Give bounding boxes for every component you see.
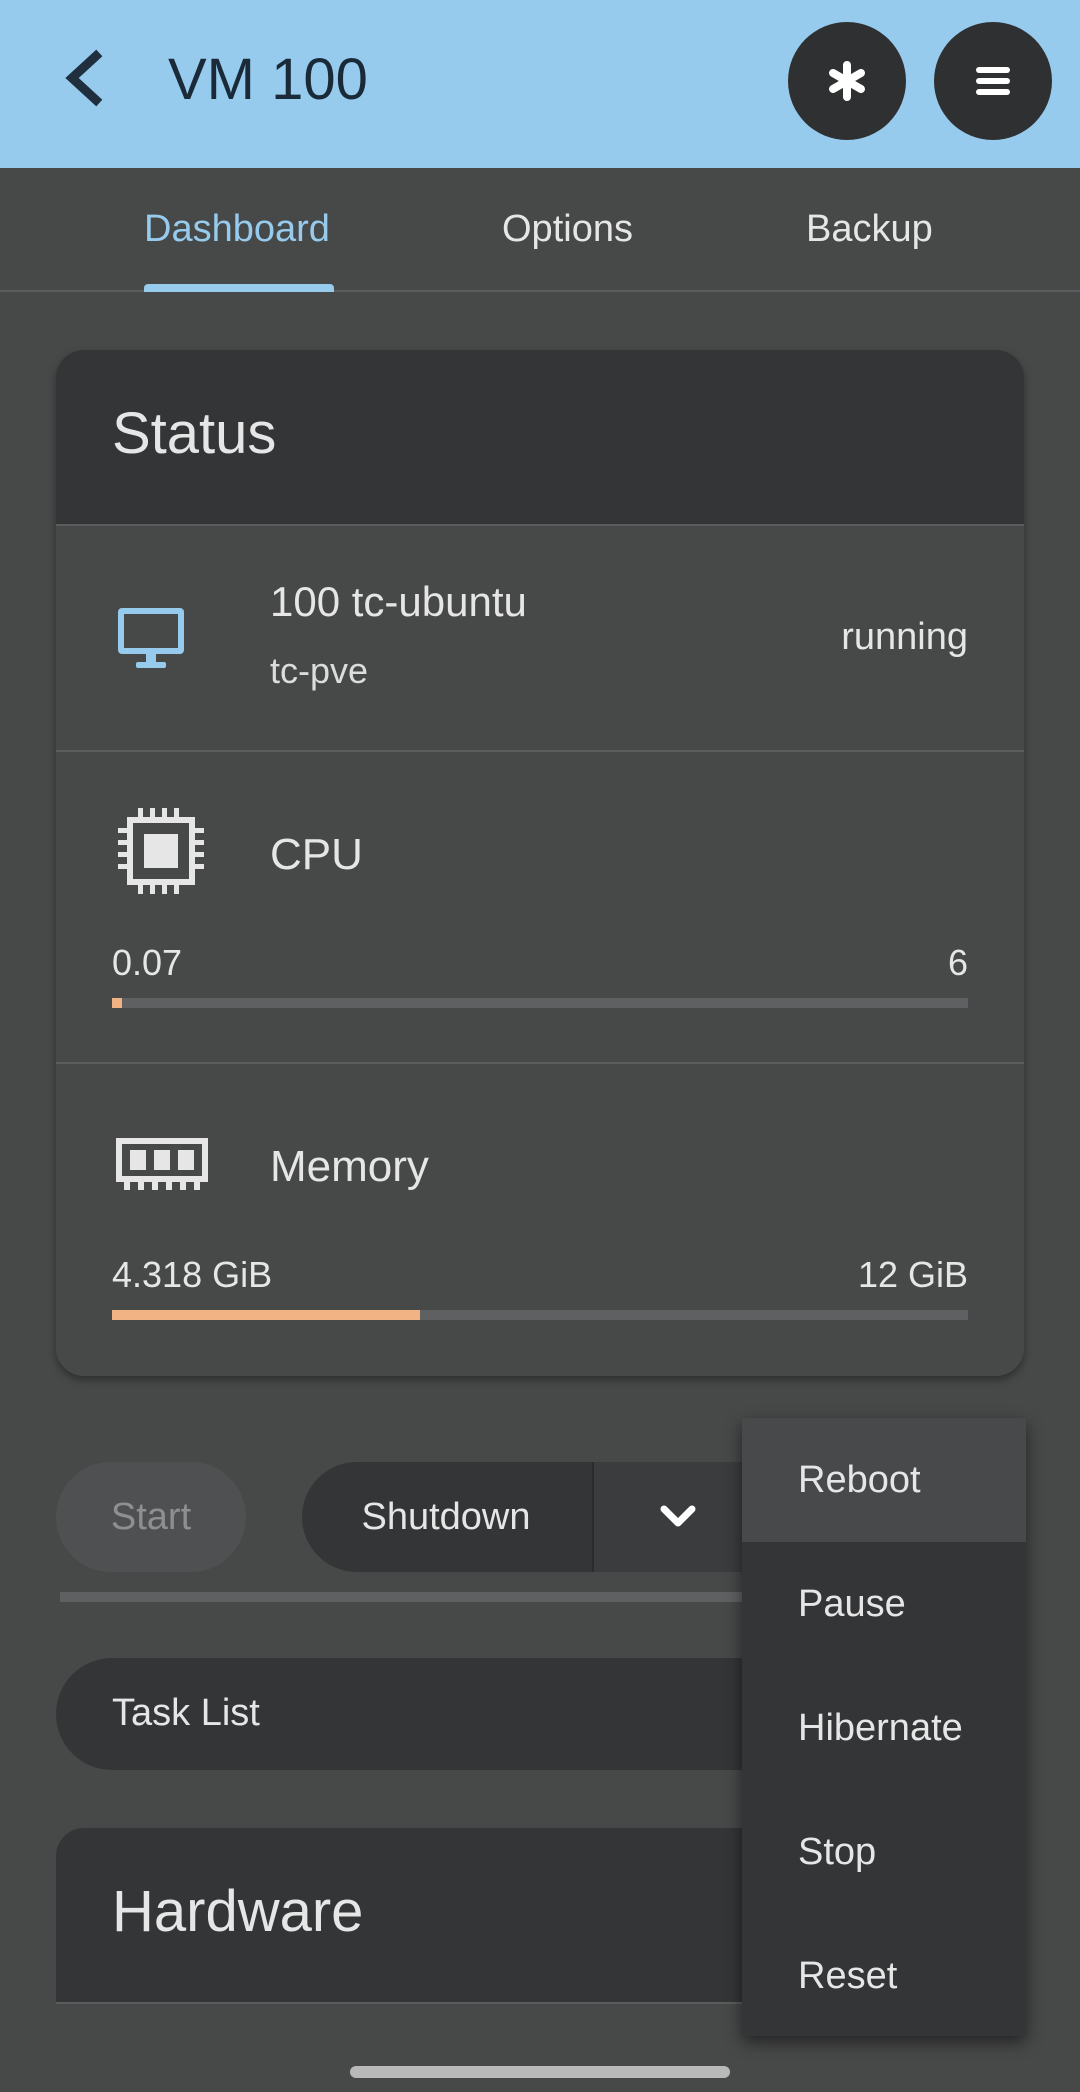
- menu-item-hibernate[interactable]: Hibernate: [742, 1666, 1026, 1790]
- asterisk-icon: [829, 61, 865, 101]
- monitor-icon: [118, 608, 184, 668]
- tab-options[interactable]: Options: [502, 208, 633, 251]
- shutdown-button[interactable]: Shutdown: [302, 1462, 590, 1572]
- memory-row: Memory 4.318 GiB 12 GiB: [56, 1064, 1024, 1376]
- power-actions-menu: Reboot Pause Hibernate Stop Reset: [742, 1418, 1026, 2036]
- start-button[interactable]: Start: [56, 1462, 246, 1572]
- status-title: Status: [112, 401, 277, 466]
- menu-item-stop[interactable]: Stop: [742, 1790, 1026, 1914]
- vm-state: running: [841, 616, 968, 658]
- home-indicator[interactable]: [350, 2066, 730, 2078]
- active-tab-indicator: [144, 284, 334, 292]
- menu-item-reboot[interactable]: Reboot: [742, 1418, 1026, 1542]
- back-button[interactable]: [56, 46, 116, 110]
- menu-button[interactable]: [934, 22, 1052, 140]
- hamburger-menu-icon: [976, 67, 1010, 95]
- memory-module-icon: [116, 1138, 208, 1190]
- memory-used: 4.318 GiB: [112, 1254, 273, 1295]
- cpu-chip-icon: [118, 808, 204, 894]
- chevron-left-icon: [65, 49, 103, 107]
- status-card: Status 100 tc-ubuntu tc-pve running CPU …: [56, 350, 1024, 1376]
- task-list-label: Task List: [112, 1692, 260, 1734]
- cpu-usage-fill: [112, 998, 122, 1008]
- chevron-down-icon: [660, 1505, 696, 1527]
- cpu-max: 6: [947, 942, 968, 983]
- shutdown-split-button: Shutdown: [302, 1462, 762, 1572]
- cpu-usage-bar: [112, 998, 968, 1008]
- memory-usage-bar: [112, 1310, 968, 1320]
- vm-name: 100 tc-ubuntu: [270, 578, 527, 625]
- tab-bar: Dashboard Options Backup: [0, 168, 1080, 292]
- hardware-title: Hardware: [112, 1879, 364, 1944]
- asterisk-button[interactable]: [788, 22, 906, 140]
- app-bar: VM 100: [0, 0, 1080, 168]
- cpu-used: 0.07: [112, 942, 183, 983]
- menu-item-pause[interactable]: Pause: [742, 1542, 1026, 1666]
- menu-item-reset[interactable]: Reset: [742, 1914, 1026, 2038]
- vm-info-row: 100 tc-ubuntu tc-pve running: [56, 526, 1024, 752]
- status-card-header: Status: [56, 350, 1024, 526]
- vm-node: tc-pve: [270, 650, 369, 691]
- cpu-row: CPU 0.07 6: [56, 752, 1024, 1064]
- memory-max: 12 GiB: [857, 1254, 968, 1295]
- tab-backup[interactable]: Backup: [806, 208, 933, 251]
- tab-dashboard[interactable]: Dashboard: [144, 208, 330, 251]
- page-title: VM 100: [168, 47, 368, 112]
- cpu-label: CPU: [270, 830, 363, 879]
- shutdown-dropdown-button[interactable]: [592, 1462, 762, 1572]
- memory-label: Memory: [270, 1142, 429, 1191]
- memory-usage-fill: [112, 1310, 420, 1320]
- action-progress-bar: [60, 1592, 760, 1602]
